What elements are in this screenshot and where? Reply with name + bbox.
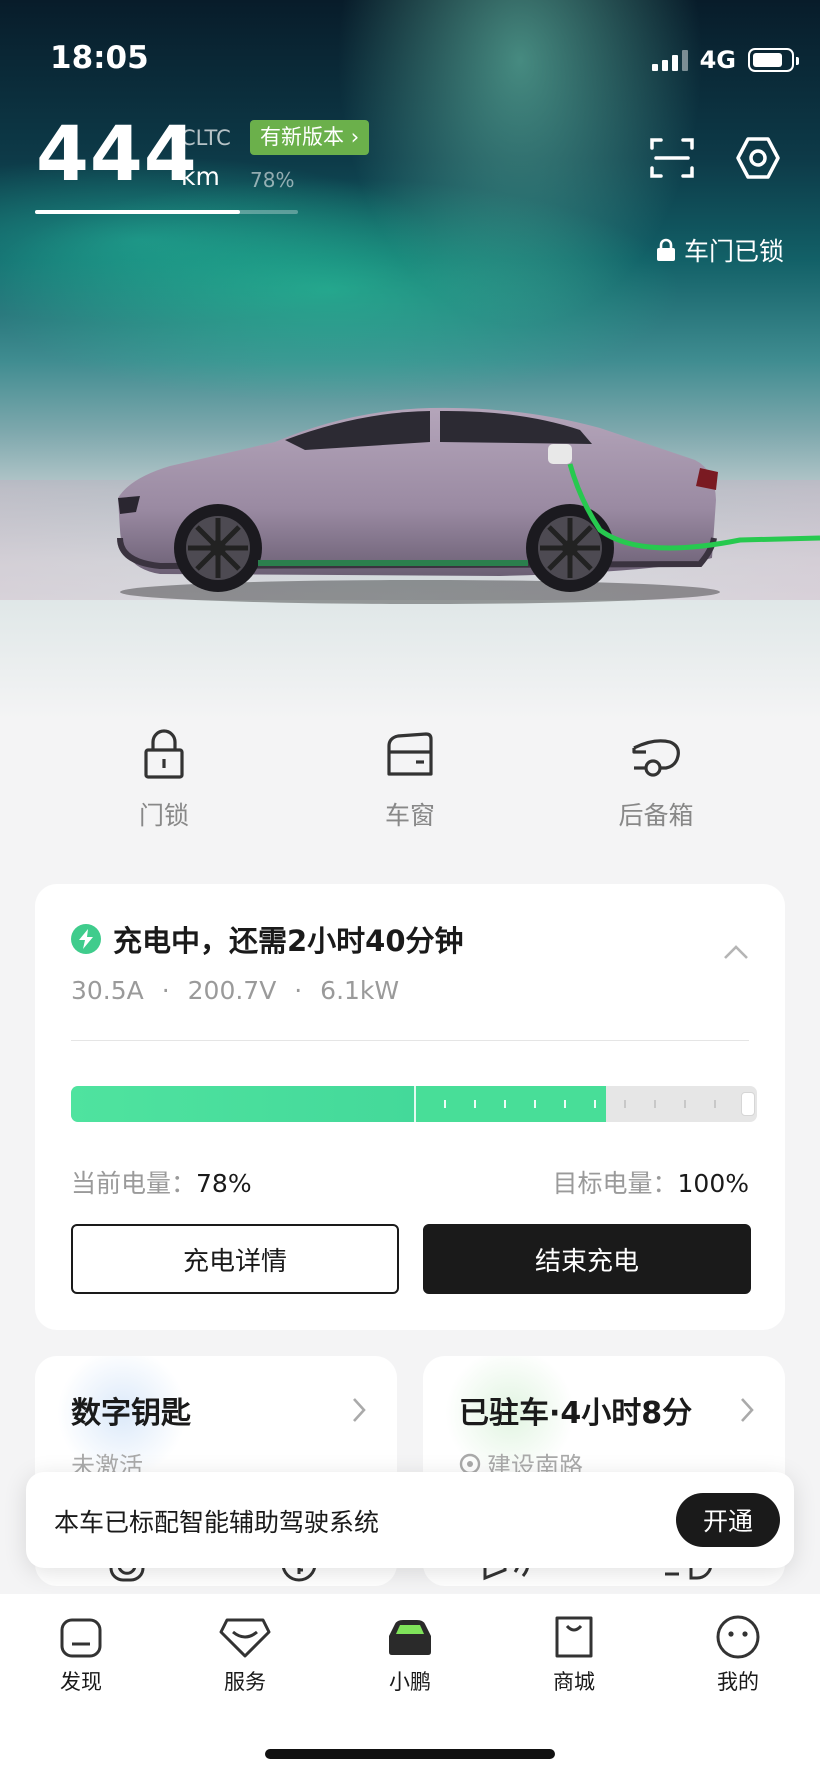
progress-tick: [444, 1100, 446, 1108]
new-version-badge[interactable]: 有新版本 ›: [250, 120, 370, 155]
network-type: 4G: [699, 46, 736, 74]
quick-action-label: 后备箱: [618, 801, 694, 830]
tab-profile[interactable]: 我的: [678, 1614, 798, 1696]
target-charge-handle[interactable]: [741, 1092, 755, 1116]
home-indicator[interactable]: [265, 1749, 555, 1759]
charging-specs: 30.5A · 200.7V · 6.1kW: [71, 976, 399, 1005]
activate-button[interactable]: 开通: [676, 1493, 780, 1547]
tab-xpeng[interactable]: 小鹏: [350, 1614, 470, 1696]
tab-discover[interactable]: 发现: [21, 1614, 141, 1696]
padlock-icon: [144, 729, 184, 779]
chevron-right-icon: ›: [350, 125, 360, 149]
signal-icon: [651, 49, 688, 71]
tab-label: 小鹏: [389, 1670, 431, 1694]
adas-promo-toast: 本车已标配智能辅助驾驶系统 开通: [26, 1472, 794, 1568]
door-status-label: 车门已锁: [683, 237, 784, 266]
tab-label: 我的: [717, 1670, 759, 1694]
battery-percent: 78%: [250, 168, 295, 192]
battery-icon: [748, 48, 799, 72]
progress-tick: [504, 1100, 506, 1108]
progress-tick: [474, 1100, 476, 1108]
scan-icon[interactable]: [648, 134, 696, 182]
progress-tick: [594, 1100, 596, 1108]
range-value: 444: [36, 109, 198, 198]
progress-tick: [714, 1100, 716, 1108]
tab-service[interactable]: 服务: [185, 1614, 305, 1696]
car-icon: [389, 1620, 431, 1655]
range-progress-bar: [35, 210, 298, 214]
quick-action-door-lock[interactable]: 门锁: [84, 728, 244, 832]
parking-title: 已驻车·4小时8分: [459, 1396, 693, 1431]
chevron-right-icon: [741, 1398, 754, 1422]
progress-tick: [534, 1100, 536, 1108]
target-charge-value: 100%: [677, 1169, 749, 1198]
charging-title: 充电中，还需2小时40分钟: [71, 918, 464, 960]
tab-label: 服务: [224, 1670, 266, 1694]
separator: ·: [294, 976, 303, 1005]
chevron-up-icon[interactable]: [723, 944, 749, 960]
tab-shop[interactable]: 商城: [514, 1614, 634, 1696]
car-window-icon: [387, 732, 433, 776]
trunk-icon: [632, 739, 680, 777]
quick-action-label: 车窗: [384, 801, 435, 830]
progress-tick: [624, 1100, 626, 1108]
charging-voltage: 200.7V: [187, 976, 277, 1005]
discover-icon: [60, 1618, 102, 1658]
charging-current: 30.5A: [71, 976, 144, 1005]
charging-power: 6.1kW: [320, 976, 400, 1005]
progress-tick: [564, 1100, 566, 1108]
quick-action-window[interactable]: 车窗: [330, 728, 490, 832]
divider: [71, 1040, 749, 1041]
car-illustration: [117, 407, 820, 604]
quick-actions: 门锁 车窗 后备箱: [0, 728, 820, 848]
new-version-label: 有新版本: [260, 125, 344, 149]
target-charge[interactable]: 目标电量：100%: [553, 1164, 750, 1200]
stop-charging-button[interactable]: 结束充电: [423, 1224, 751, 1294]
range-progress-fill: [35, 210, 241, 214]
chevron-right-icon: [353, 1398, 366, 1422]
settings-icon[interactable]: [734, 134, 782, 182]
tab-label: 商城: [553, 1670, 595, 1694]
range-unit: km: [181, 162, 220, 191]
quick-action-trunk[interactable]: 后备箱: [576, 728, 736, 832]
target-charge-label: 目标电量：: [552, 1169, 678, 1198]
current-charge-label: 当前电量：: [71, 1169, 197, 1198]
toast-message: 本车已标配智能辅助驾驶系统: [54, 1508, 380, 1537]
quick-action-label: 门锁: [138, 801, 189, 830]
charge-progress-bar: [71, 1086, 757, 1122]
progress-tick: [654, 1100, 656, 1108]
tab-label: 发现: [60, 1670, 102, 1694]
shop-icon: [555, 1616, 593, 1658]
door-lock-status: 车门已锁: [656, 232, 784, 268]
separator: ·: [161, 976, 170, 1005]
charge-session-segment: [414, 1086, 607, 1122]
range-standard: CLTC: [181, 126, 231, 150]
current-charge: 当前电量：78%: [71, 1164, 252, 1200]
profile-icon: [716, 1615, 760, 1659]
bottom-tab-bar: 发现 服务 小鹏 商城 我的: [0, 1594, 820, 1775]
charging-details-button[interactable]: 充电详情: [71, 1224, 399, 1294]
charge-progress-fill: [71, 1086, 414, 1122]
bolt-icon: [71, 924, 101, 954]
digital-key-title: 数字钥匙: [71, 1396, 191, 1431]
service-icon: [219, 1618, 271, 1658]
lock-icon: [656, 238, 675, 261]
progress-tick: [684, 1100, 686, 1108]
charging-status-text: 充电中，还需2小时40分钟: [113, 924, 464, 958]
current-charge-value: 78%: [196, 1169, 252, 1198]
status-time: 18:05: [50, 40, 149, 76]
charging-card: 充电中，还需2小时40分钟 30.5A · 200.7V · 6.1kW 当前电…: [35, 884, 785, 1330]
hero-background: 18:05 4G 444 CLTC km 78% 有新版本 › 车门已锁: [0, 0, 820, 720]
range-display: 444 CLTC km 78%: [36, 109, 294, 198]
status-bar: 18:05 4G: [50, 38, 799, 82]
